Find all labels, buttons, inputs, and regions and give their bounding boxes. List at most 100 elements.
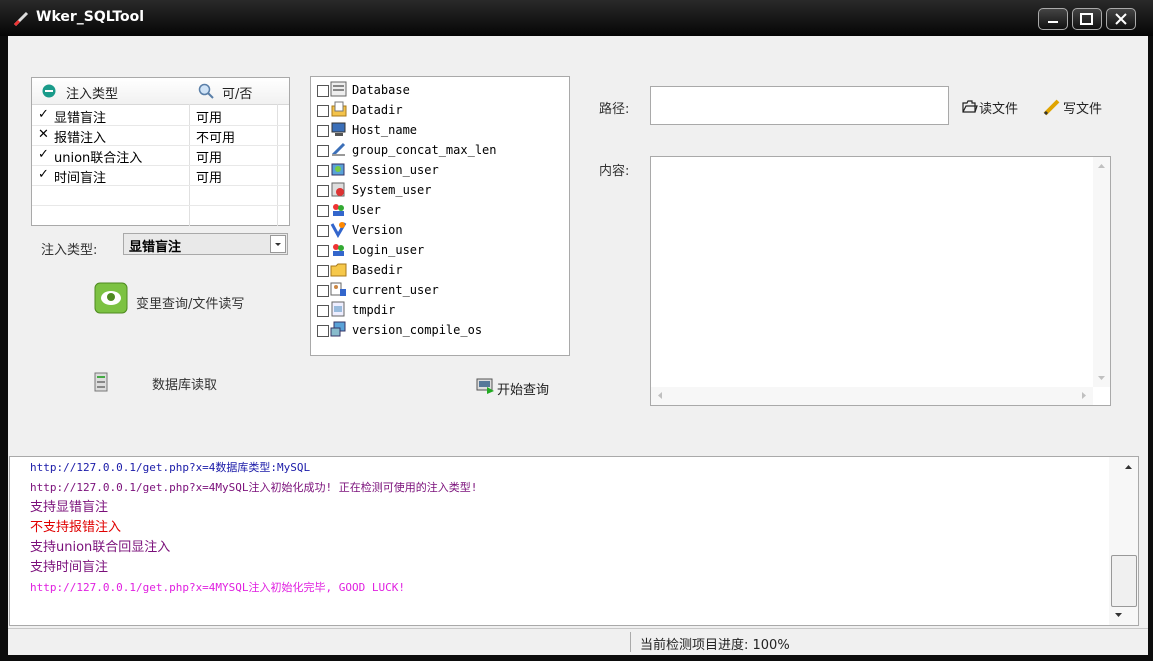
tmpdir-icon bbox=[331, 301, 345, 317]
checklist-label: Version bbox=[352, 223, 403, 237]
inject-name: union联合注入 bbox=[54, 151, 143, 166]
vertical-scrollbar[interactable] bbox=[1093, 157, 1110, 387]
inject-name: 显错盲注 bbox=[54, 111, 107, 126]
header-availability: 可/否 bbox=[222, 87, 253, 102]
scroll-down-icon[interactable] bbox=[1109, 606, 1128, 625]
status-mark: ✓ bbox=[38, 167, 49, 182]
checkbox[interactable] bbox=[317, 265, 329, 277]
checkbox[interactable] bbox=[317, 85, 329, 97]
checklist-label: Session_user bbox=[352, 163, 439, 177]
table-row[interactable]: ✓ 时间盲注 可用 bbox=[32, 165, 289, 186]
checkbox[interactable] bbox=[317, 325, 329, 337]
chevron-down-icon bbox=[275, 243, 281, 246]
start-query-button[interactable]: 开始查询 bbox=[470, 372, 570, 402]
table-row[interactable]: ✕ 报错注入 不可用 bbox=[32, 125, 289, 146]
log-line: http://127.0.0.1/get.php?x=4数据库类型:MySQL bbox=[20, 458, 1138, 478]
user-icon bbox=[333, 204, 344, 216]
db-read-label: 数据库读取 bbox=[152, 378, 218, 393]
scroll-down-icon[interactable] bbox=[1093, 370, 1110, 387]
log-scrollbar[interactable] bbox=[1109, 457, 1138, 625]
inject-name: 报错注入 bbox=[54, 131, 107, 146]
log-line: 不支持报错注入 bbox=[20, 518, 1138, 538]
start-query-label: 开始查询 bbox=[497, 383, 550, 398]
folder-doc-icon bbox=[331, 101, 347, 117]
start-query-icon bbox=[476, 378, 494, 394]
log-text: 不支持报错注入 bbox=[30, 520, 122, 535]
system-user-icon bbox=[331, 182, 345, 197]
scroll-thumb[interactable] bbox=[1111, 555, 1137, 607]
log-line: 支持union联合回显注入 bbox=[20, 538, 1138, 558]
status-divider bbox=[630, 632, 631, 652]
content-textarea[interactable] bbox=[650, 156, 1111, 406]
version-icon bbox=[330, 222, 347, 238]
inject-type-select[interactable]: 显错盲注 bbox=[123, 233, 288, 255]
minus-circle-icon bbox=[42, 84, 56, 98]
log-text: http://127.0.0.1/get.php?x=4数据库类型:MySQL bbox=[30, 461, 311, 474]
table-row[interactable]: ✓ 显错盲注 可用 bbox=[32, 105, 289, 126]
window-title: Wker_SQLTool bbox=[36, 9, 145, 25]
os-icon bbox=[330, 321, 346, 337]
checklist-label: Basedir bbox=[352, 263, 403, 277]
checklist-label: Login_user bbox=[352, 243, 425, 257]
write-file-button[interactable]: 写文件 bbox=[1042, 96, 1112, 118]
pencil-icon bbox=[1043, 99, 1060, 116]
write-file-label: 写文件 bbox=[1063, 102, 1103, 117]
path-input[interactable] bbox=[650, 86, 949, 125]
close-button[interactable] bbox=[1106, 8, 1136, 30]
checkbox[interactable] bbox=[317, 285, 329, 297]
log-text: http://127.0.0.1/get.php?x=4MYSQL注入初始化完毕… bbox=[30, 581, 406, 594]
checkbox[interactable] bbox=[317, 145, 329, 157]
header-inject-type: 注入类型 bbox=[66, 87, 119, 102]
checklist-label: Database bbox=[352, 83, 410, 97]
close-icon bbox=[1115, 13, 1127, 25]
inject-avail: 可用 bbox=[196, 151, 223, 166]
table-row-empty bbox=[32, 185, 289, 206]
info-checklist[interactable]: Database Datadir Host_name group_concat_… bbox=[310, 76, 570, 356]
inject-type-grid[interactable]: 注入类型 可/否 ✓ 显错盲注 可用 ✕ 报错注入 不可用 ✓ union联合注… bbox=[31, 77, 290, 226]
checkbox[interactable] bbox=[317, 165, 329, 177]
var-query-label: 变里查询/文件读写 bbox=[136, 297, 245, 312]
scroll-up-icon[interactable] bbox=[1119, 457, 1138, 476]
checkbox[interactable] bbox=[317, 305, 329, 317]
checklist-label: current_user bbox=[352, 283, 439, 297]
inject-type-value: 显错盲注 bbox=[129, 240, 182, 255]
minimize-button[interactable] bbox=[1038, 8, 1068, 30]
scroll-up-icon[interactable] bbox=[1093, 157, 1110, 174]
inject-avail: 可用 bbox=[196, 111, 223, 126]
read-file-label: 读文件 bbox=[979, 102, 1019, 117]
log-line: http://127.0.0.1/get.php?x=4MySQL注入初始化成功… bbox=[20, 478, 1138, 498]
table-row[interactable]: ✓ union联合注入 可用 bbox=[32, 145, 289, 166]
database-icon bbox=[330, 81, 347, 97]
checkbox[interactable] bbox=[317, 185, 329, 197]
search-icon bbox=[198, 83, 214, 99]
scroll-left-icon[interactable] bbox=[651, 387, 668, 404]
inject-avail: 不可用 bbox=[196, 131, 236, 146]
read-file-button[interactable]: 读文件 bbox=[962, 96, 1028, 118]
horizontal-scrollbar[interactable] bbox=[651, 387, 1093, 405]
checkbox[interactable] bbox=[317, 205, 329, 217]
content-label: 内容: bbox=[599, 164, 630, 179]
log-output[interactable]: http://127.0.0.1/get.php?x=4数据库类型:MySQL … bbox=[9, 456, 1139, 626]
scroll-right-icon[interactable] bbox=[1076, 387, 1093, 404]
log-line: 支持显错盲注 bbox=[20, 498, 1138, 518]
checkbox[interactable] bbox=[317, 225, 329, 237]
checklist-label: tmpdir bbox=[352, 303, 396, 317]
login-user-icon bbox=[333, 244, 344, 256]
checklist-label: Datadir bbox=[352, 103, 403, 117]
checklist-label: Host_name bbox=[352, 123, 418, 137]
maximize-button[interactable] bbox=[1072, 8, 1102, 30]
session-user-icon bbox=[331, 163, 345, 176]
title-bar[interactable]: Wker_SQLTool bbox=[0, 0, 1153, 36]
folder-open-icon bbox=[962, 100, 978, 113]
dropdown-button[interactable] bbox=[270, 235, 286, 253]
log-text: 支持时间盲注 bbox=[30, 560, 109, 575]
db-read-button[interactable]: 数据库读取 bbox=[80, 364, 270, 404]
query-icon bbox=[94, 282, 128, 314]
checkbox[interactable] bbox=[317, 245, 329, 257]
checkbox[interactable] bbox=[317, 125, 329, 137]
var-query-button[interactable]: 变里查询/文件读写 bbox=[90, 278, 270, 318]
inject-type-label: 注入类型: bbox=[41, 243, 98, 258]
log-text: 支持显错盲注 bbox=[30, 500, 109, 515]
checkbox[interactable] bbox=[317, 105, 329, 117]
status-mark: ✓ bbox=[38, 147, 49, 162]
